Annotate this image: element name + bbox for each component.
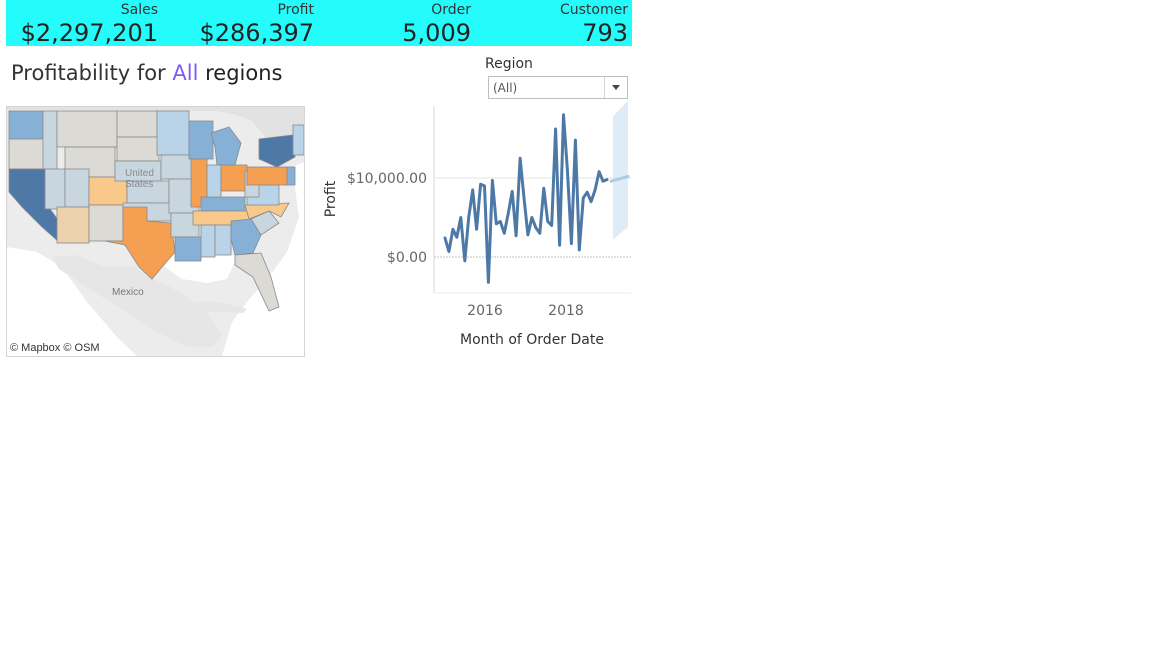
- page-title: Profitability for All regions: [11, 61, 282, 85]
- region-filter-value: (All): [493, 81, 518, 95]
- map-attribution[interactable]: © Mapbox © OSM: [10, 342, 100, 354]
- mexico-country-label: Mexico: [112, 287, 144, 298]
- state-mississippi[interactable]: [200, 224, 216, 258]
- chevron-down-icon: [612, 85, 620, 90]
- kpi-order-label: Order: [431, 2, 471, 18]
- kpi-customer-label: Customer: [559, 2, 628, 18]
- region-filter-dropdown[interactable]: (All): [488, 76, 628, 99]
- state-washington[interactable]: [8, 110, 44, 140]
- y-tick-label: $10,000.00: [347, 171, 427, 187]
- x-axis-title: Month of Order Date: [460, 332, 604, 348]
- state-new-england[interactable]: [292, 124, 304, 156]
- map-canvas[interactable]: [7, 107, 304, 356]
- x-tick-label: 2016: [467, 303, 503, 319]
- kpi-profit-label: Profit: [277, 2, 314, 18]
- y-axis-title: Profit: [323, 180, 339, 217]
- title-highlight: All: [172, 61, 199, 85]
- state-utah[interactable]: [64, 168, 90, 208]
- state-south-dakota[interactable]: [116, 136, 160, 162]
- kpi-profit: Profit $286,397: [164, 0, 314, 46]
- title-suffix: regions: [198, 61, 283, 85]
- us-country-label: United States: [125, 168, 154, 190]
- state-arizona[interactable]: [56, 206, 90, 244]
- x-tick-label: 2018: [548, 303, 584, 319]
- state-new-mexico[interactable]: [88, 204, 124, 242]
- kpi-sales-value: $2,297,201: [20, 19, 158, 47]
- state-wisconsin[interactable]: [188, 120, 214, 160]
- dropdown-button[interactable]: [604, 77, 627, 98]
- kpi-sales-label: Sales: [120, 2, 158, 18]
- y-tick-label: $0.00: [387, 250, 427, 266]
- state-alabama[interactable]: [214, 224, 232, 256]
- state-idaho[interactable]: [42, 110, 58, 170]
- state-kentucky[interactable]: [200, 196, 246, 212]
- state-pennsylvania[interactable]: [246, 166, 288, 186]
- state-nevada[interactable]: [44, 168, 66, 210]
- state-ohio[interactable]: [220, 164, 248, 192]
- state-minnesota[interactable]: [156, 110, 190, 156]
- profit-line-chart[interactable]: $0.00 $10,000.00 2016 2018 Profit Month of Or…: [318, 100, 638, 360]
- state-oregon[interactable]: [8, 138, 46, 170]
- region-filter-label: Region: [485, 56, 533, 72]
- state-new-jersey[interactable]: [286, 166, 296, 186]
- forecast-band: [612, 100, 628, 240]
- kpi-order: Order 5,009: [316, 0, 471, 46]
- profit-map[interactable]: United States Mexico © Mapbox © OSM: [6, 106, 305, 357]
- kpi-bar: Sales $2,297,201 Profit $286,397 Order 5…: [6, 0, 632, 46]
- state-north-dakota[interactable]: [116, 110, 158, 138]
- kpi-order-value: 5,009: [402, 19, 471, 47]
- state-montana[interactable]: [56, 110, 118, 148]
- state-louisiana[interactable]: [174, 236, 202, 262]
- title-prefix: Profitability for: [11, 61, 173, 85]
- kpi-profit-value: $286,397: [199, 19, 314, 47]
- kpi-customer: Customer 793: [476, 0, 628, 46]
- kpi-customer-value: 793: [582, 19, 628, 47]
- chart-canvas[interactable]: $0.00 $10,000.00 2016 2018 Profit Month of Or…: [318, 100, 638, 360]
- state-indiana[interactable]: [206, 164, 222, 200]
- kpi-sales: Sales $2,297,201: [16, 0, 158, 46]
